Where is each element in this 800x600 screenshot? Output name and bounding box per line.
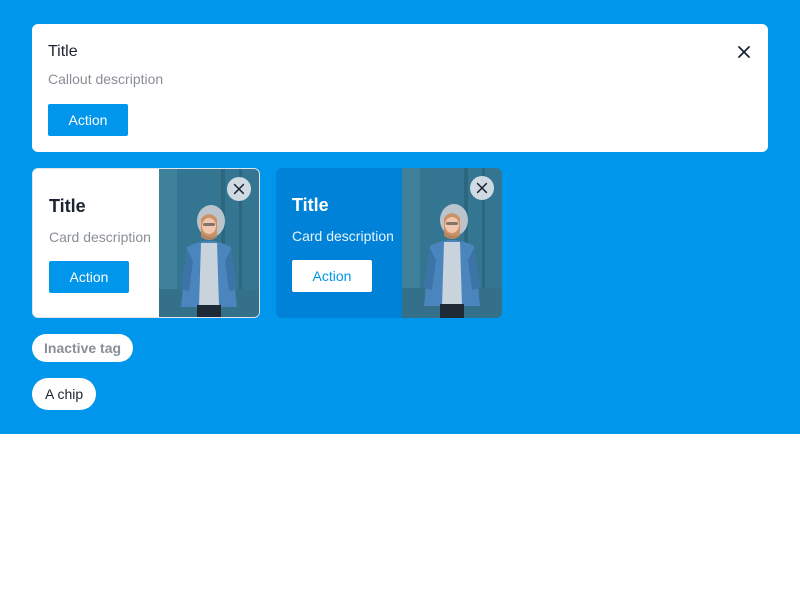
close-icon (232, 182, 246, 196)
card-close-button[interactable] (470, 176, 494, 200)
card-action-button[interactable]: Action (292, 260, 372, 292)
card-photo (402, 168, 502, 318)
card-title: Title (49, 196, 86, 216)
card-photo (159, 169, 259, 317)
callout-description: Callout description (48, 71, 164, 87)
inactive-tag: Inactive tag (32, 334, 134, 362)
callout: Title Callout description Action (32, 24, 768, 152)
card-description: Card description (49, 229, 151, 245)
callout-action-button[interactable]: Action (48, 104, 128, 136)
canvas: Title Callout description Action Title C… (0, 0, 800, 434)
card-description: Card description (292, 228, 394, 244)
card-light: Title Card description Action (32, 168, 260, 318)
callout-close-button[interactable] (734, 42, 754, 62)
card-close-button[interactable] (227, 177, 251, 201)
close-icon (736, 44, 752, 60)
card-dark: Title Card description Action (276, 168, 502, 318)
card-action-button[interactable]: Action (49, 261, 129, 293)
callout-title: Title (48, 43, 78, 60)
card-title: Title (292, 195, 329, 215)
chip[interactable]: A chip (32, 378, 97, 410)
close-icon (475, 181, 489, 195)
